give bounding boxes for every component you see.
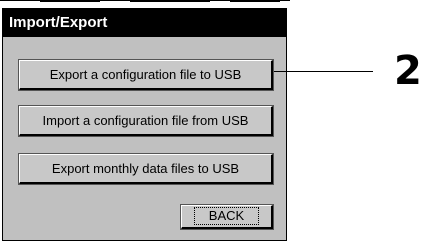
callout-number: 2	[394, 48, 422, 94]
import-config-button[interactable]: Import a configuration file from USB	[18, 105, 274, 137]
cropped-text-fragment	[230, 0, 280, 2]
import-export-dialog: Import/Export Export a configuration fil…	[2, 8, 287, 241]
cropped-top-edge	[0, 0, 290, 6]
dialog-title-bar: Import/Export	[3, 9, 286, 37]
export-monthly-button[interactable]: Export monthly data files to USB	[18, 153, 274, 185]
back-button-label: BACK	[193, 207, 260, 225]
back-button[interactable]: BACK	[180, 204, 274, 230]
callout-leader-line	[274, 71, 373, 72]
dialog-title: Import/Export	[9, 14, 108, 31]
export-config-button[interactable]: Export a configuration file to USB	[18, 59, 274, 91]
cropped-text-fragment	[40, 0, 100, 2]
cropped-text-fragment	[130, 0, 210, 2]
